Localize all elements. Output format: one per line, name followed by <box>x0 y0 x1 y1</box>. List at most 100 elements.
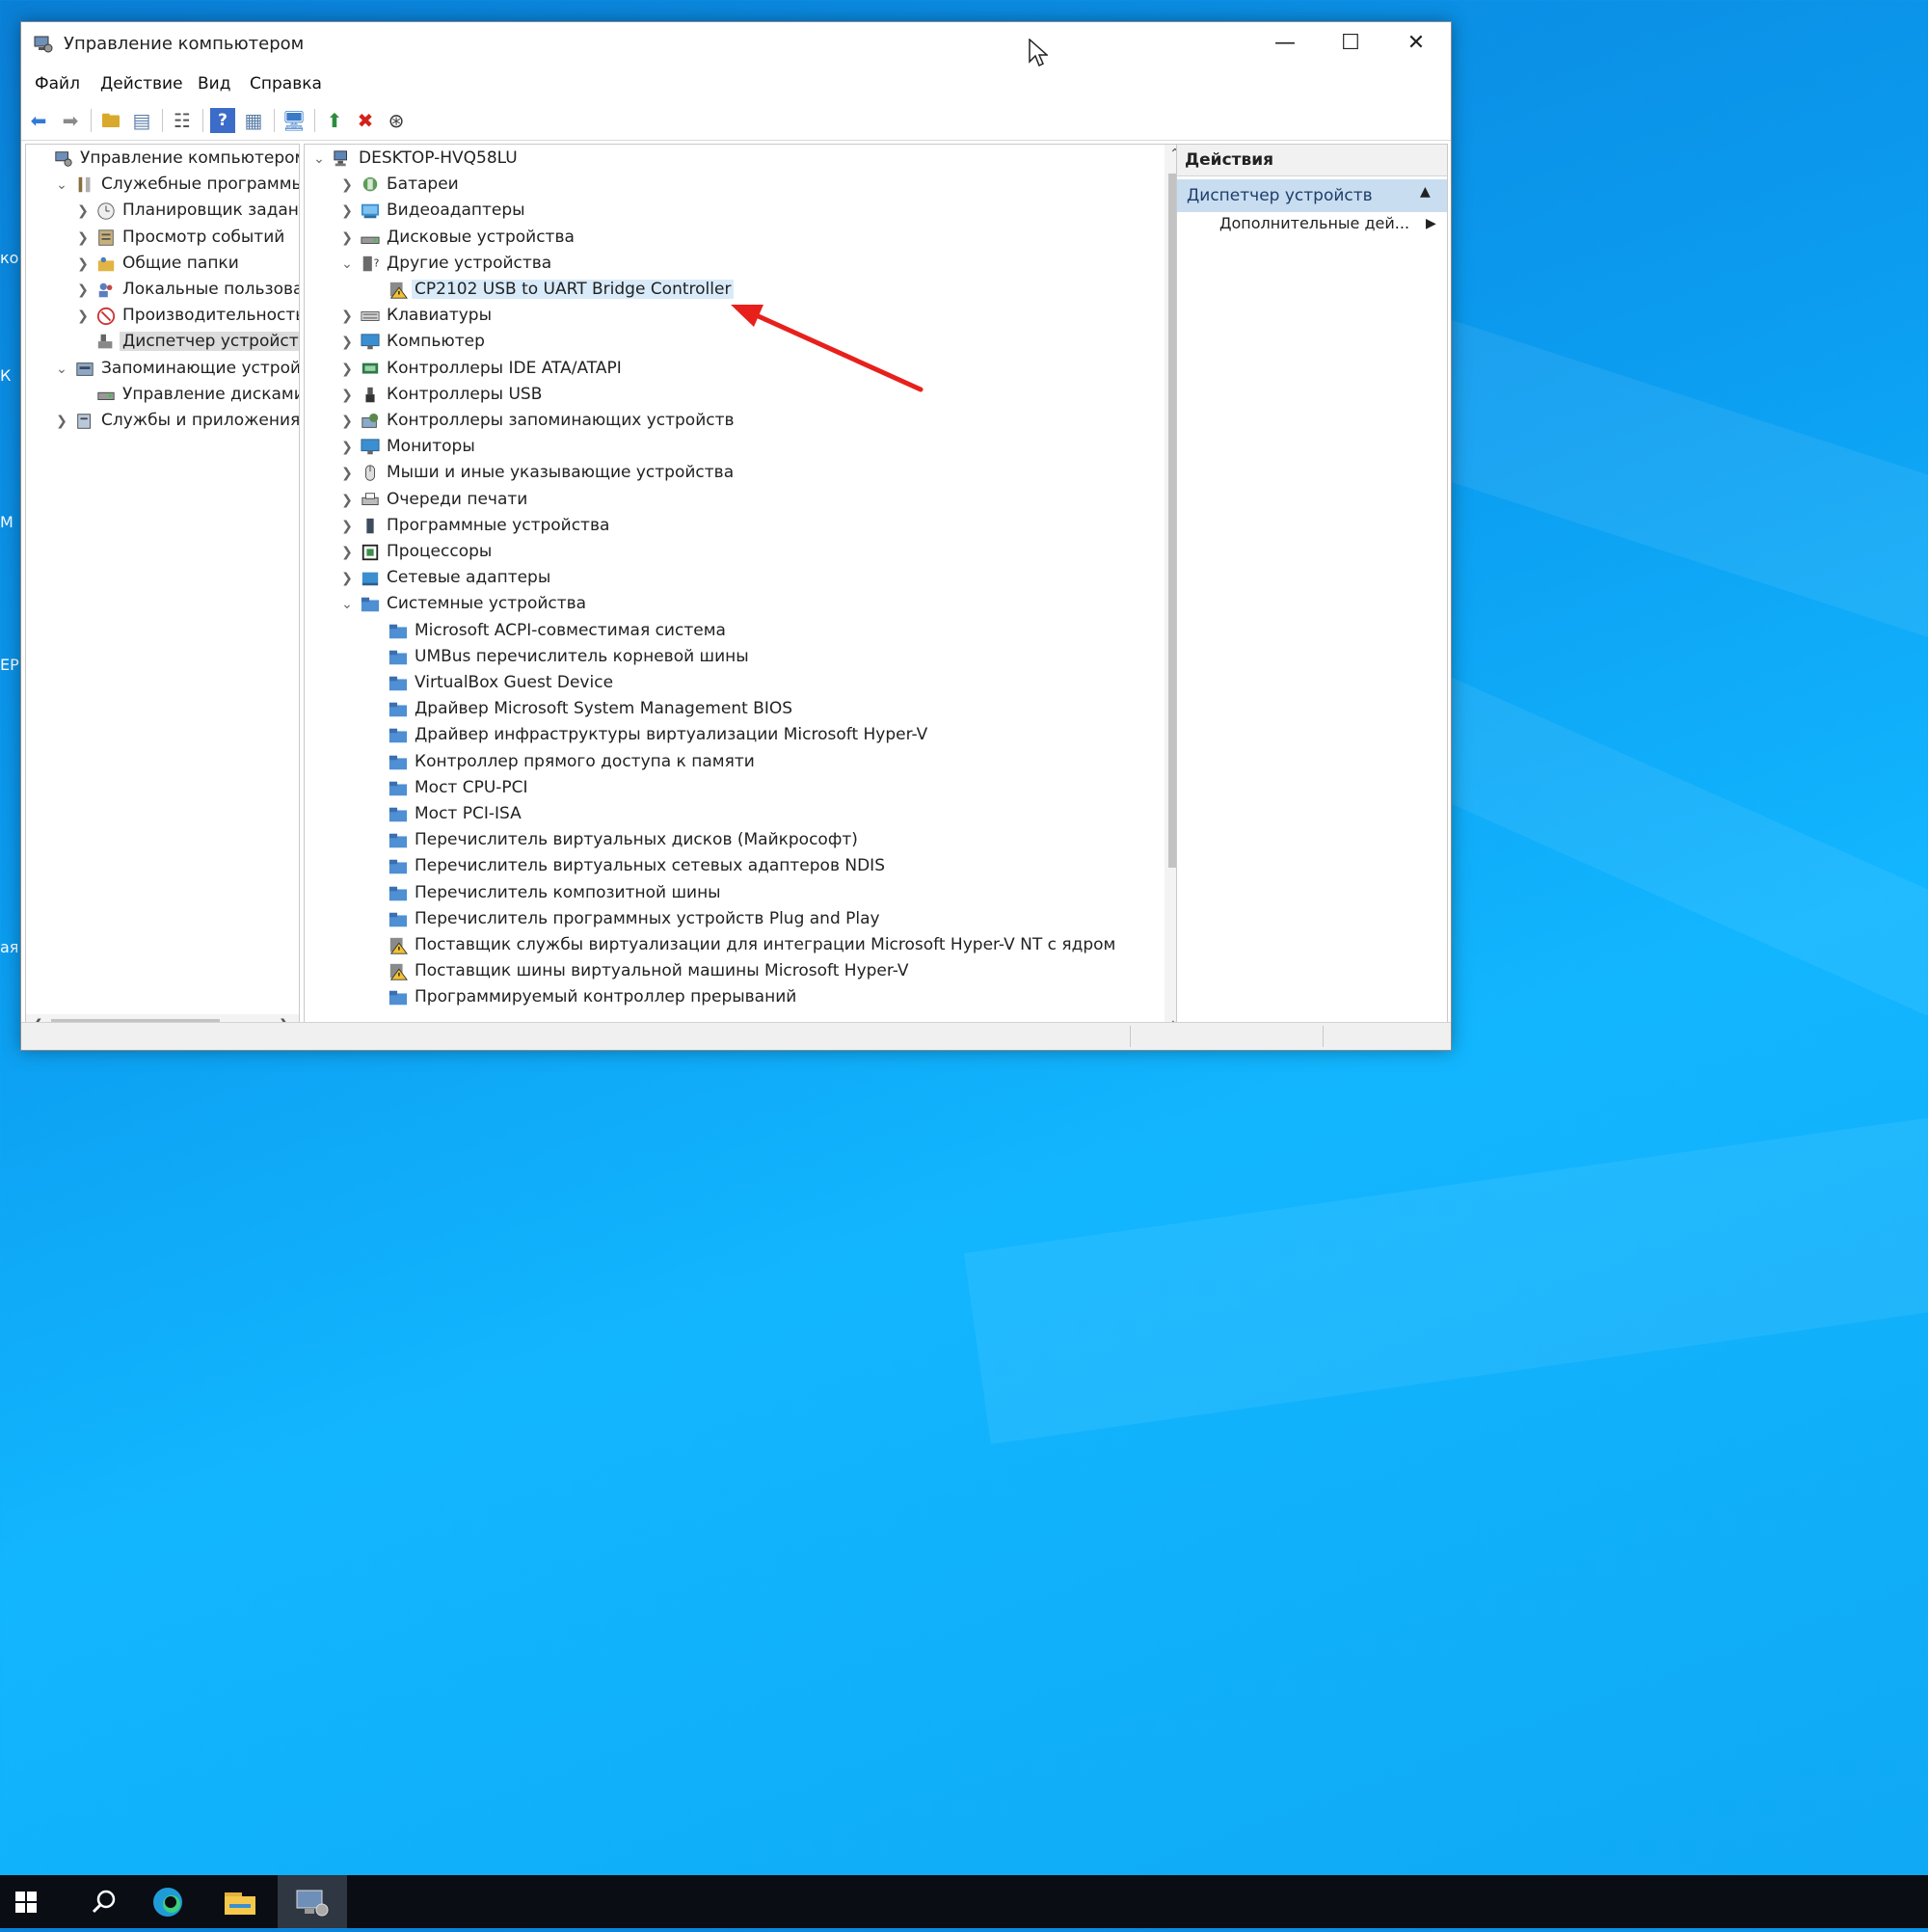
expand-chevron-icon[interactable]: ❯ <box>338 488 356 513</box>
expand-chevron-icon[interactable]: ❯ <box>338 330 356 355</box>
expand-chevron-icon[interactable]: ❯ <box>338 199 356 224</box>
expand-chevron-icon[interactable]: ❯ <box>74 199 92 224</box>
expand-chevron-icon[interactable]: ❯ <box>338 357 356 382</box>
expand-chevron-icon[interactable]: ❯ <box>338 435 356 460</box>
system-folder-icon <box>388 702 408 717</box>
expand-chevron-icon[interactable]: ❯ <box>338 226 356 251</box>
tree-item-label: Системные устройства <box>387 594 587 614</box>
tree-item-label: Запоминающие устройст <box>101 358 300 378</box>
expand-chevron-icon[interactable]: ❯ <box>338 540 356 565</box>
view-icon[interactable]: ▦ <box>241 108 266 133</box>
collapse-chevron-icon[interactable]: ⌄ <box>53 173 70 198</box>
monitor-icon[interactable]: 🖥 <box>281 108 307 133</box>
close-icon: ✕ <box>1406 31 1426 55</box>
desktop-edge-fragment: ко <box>0 249 19 267</box>
computer-management-window[interactable]: Управление компьютером — ☐ ✕ Файл Действ… <box>20 21 1452 1051</box>
battery-icon <box>362 177 378 192</box>
toolbar-separator <box>162 109 163 132</box>
clock-icon <box>97 202 115 221</box>
expand-chevron-icon[interactable]: ❯ <box>74 252 92 277</box>
desktop-edge-fragment: ЕР <box>0 656 19 674</box>
search-button[interactable] <box>69 1875 139 1928</box>
tree-item-label: Служебные программы <box>101 174 300 195</box>
menu-file[interactable]: Файл <box>35 74 80 94</box>
expand-chevron-icon[interactable]: ❯ <box>338 173 356 198</box>
expand-chevron-icon[interactable]: ❯ <box>338 461 356 486</box>
tree-item-label: Контроллеры запоминающих устройств <box>387 411 735 430</box>
computer-management-icon <box>296 1890 329 1917</box>
tree-item-label: Перечислитель виртуальных дисков (Майкро… <box>415 830 858 850</box>
start-button[interactable] <box>0 1875 69 1928</box>
monitor-icon <box>361 439 380 455</box>
tree-item-label: UMBus перечислитель корневой шины <box>415 646 749 666</box>
back-arrow-icon[interactable]: ⬅ <box>26 108 51 133</box>
expand-chevron-icon[interactable]: ❯ <box>338 514 356 539</box>
system-folder-icon <box>388 912 408 927</box>
disk-drive-icon <box>361 236 380 244</box>
unknown-device-icon: ? <box>362 255 380 272</box>
maximize-icon: ☐ <box>1341 31 1360 55</box>
system-folder-icon <box>388 676 408 691</box>
show-hide-console-tree-icon[interactable]: ▤ <box>129 108 154 133</box>
file-explorer-taskbar-button[interactable] <box>208 1875 278 1928</box>
forward-arrow-icon[interactable]: ➡ <box>58 108 83 133</box>
collapse-chevron-icon[interactable]: ⌄ <box>53 357 70 382</box>
tree-item-label: Клавиатуры <box>387 306 493 326</box>
window-title: Управление компьютером <box>64 34 305 54</box>
submenu-arrow-icon: ▶ <box>1426 216 1436 231</box>
computer-management-icon <box>34 36 53 53</box>
system-folder-icon <box>388 624 408 638</box>
title-bar[interactable]: Управление компьютером — ☐ ✕ <box>21 22 1451 68</box>
minimize-button[interactable]: — <box>1252 22 1318 65</box>
menu-view[interactable]: Вид <box>198 74 230 94</box>
help-icon[interactable]: ? <box>210 108 235 133</box>
up-folder-icon[interactable]: 🖿 <box>98 108 123 133</box>
system-folder-icon <box>388 729 408 743</box>
event-viewer-icon <box>98 228 114 246</box>
shared-folder-icon <box>97 256 115 272</box>
expand-chevron-icon[interactable]: ❯ <box>74 278 92 303</box>
system-folder-icon <box>388 833 408 848</box>
expand-chevron-icon[interactable]: ❯ <box>338 304 356 329</box>
uninstall-icon[interactable]: ✖ <box>353 108 378 133</box>
tree-item-label: Драйвер Microsoft System Management BIOS <box>415 699 793 719</box>
storage-controller-icon <box>362 413 379 428</box>
tree-item-label: VirtualBox Guest Device <box>415 673 614 692</box>
more-actions-item[interactable]: Дополнительные дей... <box>1219 214 1409 232</box>
maximize-button[interactable]: ☐ <box>1318 22 1383 65</box>
device-tree-pane[interactable]: ⌄ DESKTOP-HVQ58LU ❯ Батареи ❯ Видеоадаптеры ❯ Д… <box>304 144 1187 1038</box>
collapse-chevron-icon[interactable]: ⌄ <box>310 147 328 172</box>
warning-device-icon <box>389 282 408 299</box>
software-device-icon <box>366 518 374 534</box>
tree-item-label: Видеоадаптеры <box>387 201 525 221</box>
tree-item-label: Очереди печати <box>387 489 528 509</box>
collapse-chevron-icon[interactable]: ⌄ <box>338 592 356 617</box>
expand-chevron-icon[interactable]: ❯ <box>338 566 356 591</box>
tree-item-label: Компьютер <box>387 332 485 352</box>
expand-chevron-icon[interactable]: ❯ <box>338 409 356 434</box>
expand-chevron-icon[interactable]: ❯ <box>74 226 92 251</box>
menu-help[interactable]: Справка <box>250 74 322 94</box>
edge-taskbar-button[interactable] <box>139 1875 208 1928</box>
collapse-icon[interactable]: ▲ <box>1420 184 1431 200</box>
desktop-edge-fragment: К <box>0 366 12 385</box>
menu-action[interactable]: Действие <box>100 74 183 94</box>
printer-icon <box>362 492 379 505</box>
desktop-edge-fragment: М <box>0 513 13 531</box>
expand-chevron-icon[interactable]: ❯ <box>338 383 356 408</box>
actions-header: Действия <box>1177 145 1447 176</box>
computer-management-taskbar-button[interactable] <box>278 1875 347 1928</box>
expand-chevron-icon[interactable]: ❯ <box>74 304 92 329</box>
services-icon <box>77 414 91 429</box>
tree-item-label: Контроллеры USB <box>387 384 543 404</box>
expand-chevron-icon[interactable]: ❯ <box>53 409 70 434</box>
update-driver-icon[interactable]: ⬆ <box>322 108 347 133</box>
actions-section-device-manager[interactable]: Диспетчер устройств ▲ <box>1177 179 1447 212</box>
close-button[interactable]: ✕ <box>1383 22 1449 65</box>
system-folder-icon <box>388 886 408 900</box>
collapse-chevron-icon[interactable]: ⌄ <box>338 252 356 277</box>
scan-hardware-icon[interactable]: ⊛ <box>384 108 409 133</box>
properties-icon[interactable]: ☷ <box>170 108 195 133</box>
svg-text:?: ? <box>374 257 380 270</box>
console-tree-pane[interactable]: Управление компьютером (л ⌄ Служебные прог… <box>25 144 300 1038</box>
